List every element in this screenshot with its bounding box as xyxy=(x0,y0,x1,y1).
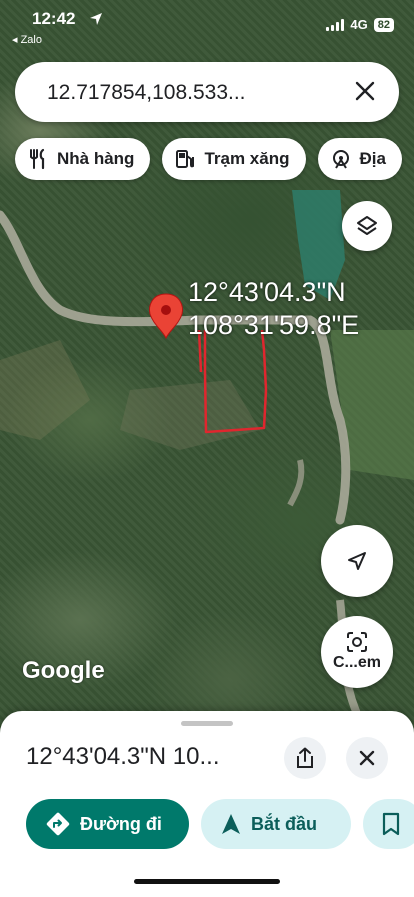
start-button[interactable]: Bắt đầu xyxy=(201,799,351,849)
status-time: 12:42 xyxy=(32,9,76,28)
navigation-arrow-icon xyxy=(348,552,366,570)
google-logo: Google xyxy=(22,657,105,684)
layers-button[interactable] xyxy=(342,201,392,251)
place-bottom-sheet: 12°43'04.3"N 10... Đường đi Bắt đầu xyxy=(0,711,414,897)
location-pin-icon[interactable] xyxy=(149,293,183,340)
signal-icon xyxy=(326,18,345,31)
navigation-start-icon xyxy=(222,814,240,834)
close-icon[interactable] xyxy=(353,79,377,103)
drag-handle[interactable] xyxy=(181,721,233,726)
category-chips: Nhà hàng Trạm xăng Địa xyxy=(15,138,402,180)
close-icon xyxy=(359,750,375,766)
lens-button[interactable]: C...em xyxy=(321,616,393,688)
restaurant-icon xyxy=(30,148,45,170)
gas-station-icon xyxy=(176,150,195,168)
chip-gas-stations[interactable]: Trạm xăng xyxy=(162,138,306,180)
sheet-close-button[interactable] xyxy=(346,737,388,779)
directions-label: Đường đi xyxy=(80,813,162,834)
location-arrow-icon xyxy=(90,13,102,25)
chip-label: Địa xyxy=(359,149,386,168)
network-type: 4G xyxy=(350,17,368,32)
layers-icon xyxy=(357,216,377,235)
chip-restaurants[interactable]: Nhà hàng xyxy=(15,138,151,180)
attraction-icon xyxy=(332,150,349,169)
coordinate-overlay: 12°43'04.3"N 108°31'59.8"E xyxy=(188,276,359,342)
share-icon xyxy=(297,747,313,768)
home-indicator[interactable] xyxy=(134,879,280,884)
camera-lens-icon xyxy=(347,632,367,652)
longitude-text: 108°31'59.8"E xyxy=(188,309,360,340)
my-location-button[interactable] xyxy=(321,525,393,597)
lens-label: C...em xyxy=(332,654,381,671)
bookmark-icon xyxy=(382,812,400,836)
status-bar: 12:42 ◂ Zalo 4G 82 xyxy=(0,0,414,50)
back-to-app-link[interactable]: ◂ Zalo xyxy=(12,33,42,46)
start-label: Bắt đầu xyxy=(251,813,318,834)
directions-icon xyxy=(46,812,70,836)
status-indicators: 4G 82 xyxy=(326,17,394,32)
latitude-text: 12°43'04.3"N xyxy=(188,277,346,307)
battery-icon: 82 xyxy=(373,17,394,32)
chip-label: Nhà hàng xyxy=(57,149,135,168)
share-button[interactable] xyxy=(284,737,326,779)
action-buttons: Đường đi Bắt đầu xyxy=(26,799,414,849)
chip-attractions[interactable]: Địa xyxy=(317,138,402,180)
chip-label: Trạm xăng xyxy=(204,149,290,168)
save-button[interactable] xyxy=(363,799,414,849)
directions-button[interactable]: Đường đi xyxy=(26,799,189,849)
place-title: 12°43'04.3"N 10... xyxy=(26,743,220,770)
search-bar[interactable]: 12.717854,108.533... xyxy=(15,62,399,122)
search-input[interactable]: 12.717854,108.533... xyxy=(47,81,246,105)
